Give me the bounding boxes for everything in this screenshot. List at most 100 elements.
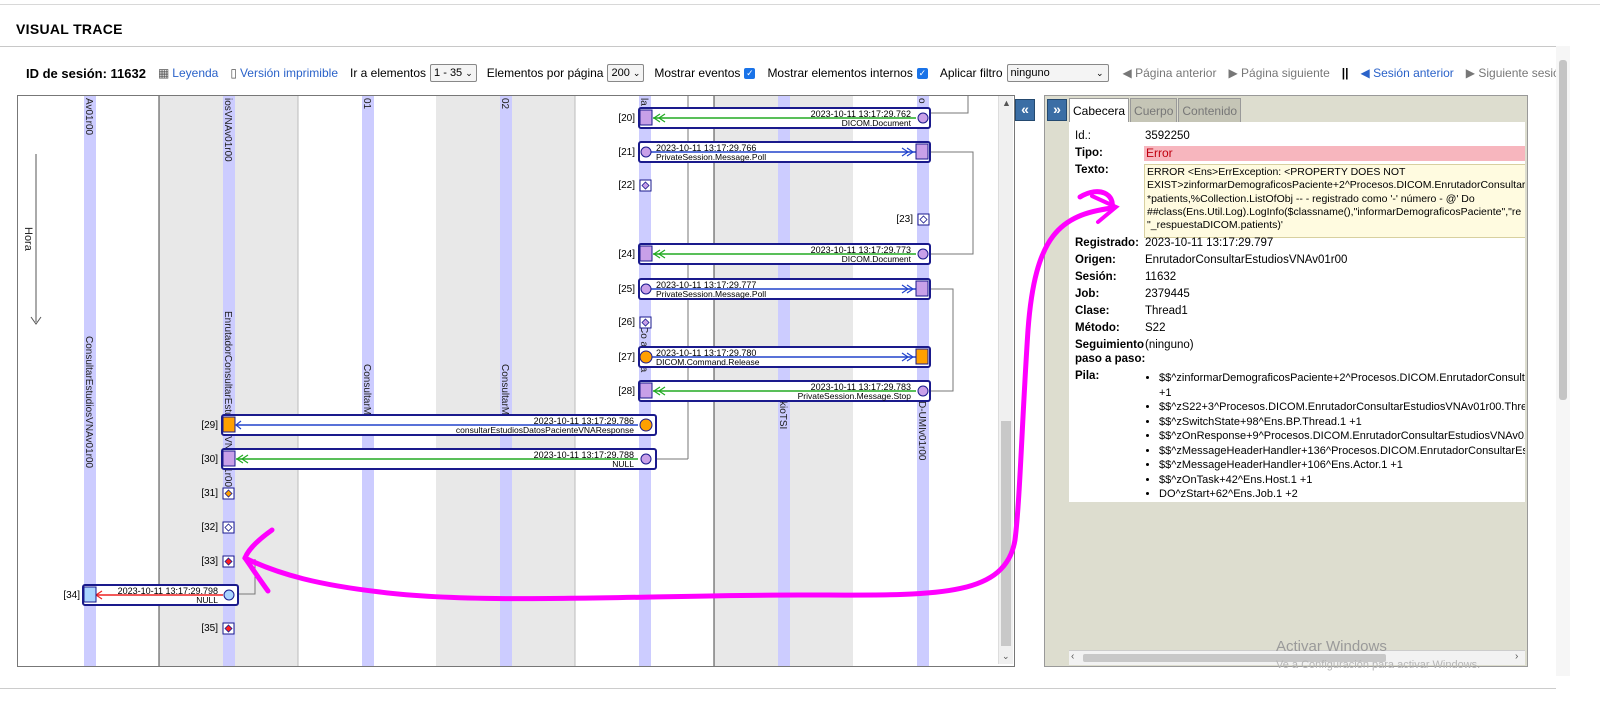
prev-page-icon[interactable]: ◀ bbox=[1123, 66, 1136, 80]
event-26[interactable] bbox=[639, 316, 652, 329]
lane-top-label: iosVNAv01r00 bbox=[222, 98, 233, 162]
connector-line bbox=[929, 288, 954, 392]
toolbar-separator: || bbox=[1341, 66, 1349, 80]
element-index: [32] bbox=[201, 522, 218, 533]
chevron-down-icon: ⌄ bbox=[632, 68, 641, 78]
message-25[interactable]: 2023-10-11 13:17:29.777 PrivateSession.M… bbox=[638, 278, 931, 300]
per-page-select[interactable]: 200 ⌄ bbox=[607, 64, 645, 82]
per-page-value: 200 bbox=[611, 67, 630, 79]
lane-label: ConsultarM bbox=[361, 364, 372, 415]
scroll-left-icon[interactable]: ‹ bbox=[1071, 651, 1074, 662]
prev-page-button[interactable]: Página anterior bbox=[1135, 66, 1216, 80]
filter-select[interactable]: ninguno ⌄ bbox=[1006, 64, 1109, 82]
element-index: [26] bbox=[618, 317, 635, 328]
legend-link[interactable]: Leyenda bbox=[172, 66, 218, 80]
page-scrollbar[interactable] bbox=[1556, 46, 1570, 676]
show-events-label: Mostrar eventos bbox=[654, 66, 741, 80]
id-value: 3592250 bbox=[1145, 130, 1190, 142]
registrado-value: 2023-10-11 13:17:29.797 bbox=[1145, 237, 1274, 249]
message-27[interactable]: 2023-10-11 13:17:29.780 DICOM.Command.Re… bbox=[638, 346, 931, 368]
show-internal-checkbox[interactable]: ✓ bbox=[916, 67, 928, 79]
texto-line: "_respuestaDICOM.patients)' bbox=[1147, 219, 1283, 232]
message-20[interactable]: 2023-10-11 13:17:29.762 DICOM.Document bbox=[638, 107, 931, 129]
next-session-button[interactable]: Siguiente sesión bbox=[1478, 66, 1566, 80]
metodo-value: S22 bbox=[1145, 322, 1166, 334]
message-28[interactable]: 2023-10-11 13:17:29.783 PrivateSession.M… bbox=[638, 380, 931, 402]
element-index: [27] bbox=[618, 352, 635, 363]
document-icon[interactable]: ▯ bbox=[230, 66, 237, 80]
stack-item: $$^zSwitchState+98^Ens.BP.Thread.1 +1 bbox=[1159, 415, 1525, 430]
trace-diagram: ConsultarEstudiosVNAv01r00 Av01r00 Enrut… bbox=[17, 95, 1015, 667]
legend-icon[interactable]: ▦ bbox=[158, 66, 169, 80]
scroll-up-icon[interactable]: ▲ bbox=[1002, 98, 1011, 108]
job-value: 2379445 bbox=[1145, 288, 1190, 300]
message-29[interactable]: 2023-10-11 13:17:29.786 consultarEstudio… bbox=[221, 414, 657, 436]
filter-label: Aplicar filtro bbox=[939, 66, 1003, 80]
show-events-checkbox[interactable]: ✓ bbox=[744, 67, 756, 79]
message-name: NULL bbox=[196, 595, 218, 605]
message-30[interactable]: 2023-10-11 13:17:29.788 NULL bbox=[221, 448, 657, 470]
goto-elements-value: 1 - 35 bbox=[434, 67, 463, 79]
clase-value: Thread1 bbox=[1145, 305, 1188, 317]
stack-item: $$^zMessageHeaderHandler+106^Ens.Actor.1… bbox=[1159, 458, 1525, 473]
metodo-label: Método: bbox=[1075, 322, 1120, 334]
sesion-value: 11632 bbox=[1145, 271, 1177, 283]
next-page-icon[interactable]: ▶ bbox=[1228, 66, 1241, 80]
stack-item: +1 bbox=[1159, 386, 1172, 399]
tipo-value: Error bbox=[1144, 146, 1525, 161]
tab-cabecera[interactable]: Cabecera bbox=[1069, 98, 1130, 123]
windows-watermark: Activar Windows bbox=[1276, 638, 1387, 655]
event-31[interactable] bbox=[222, 487, 235, 500]
message-name: PrivateSession.Message.Poll bbox=[656, 152, 766, 162]
origen-value: EnrutadorConsultarEstudiosVNAv01r00 bbox=[1145, 254, 1348, 266]
collapse-left-button[interactable]: « bbox=[1015, 99, 1035, 121]
id-label: Id.: bbox=[1075, 130, 1091, 142]
event-35[interactable] bbox=[222, 622, 235, 635]
goto-elements-select[interactable]: 1 - 35 ⌄ bbox=[430, 64, 477, 82]
message-21[interactable]: 2023-10-11 13:17:29.766 PrivateSession.M… bbox=[638, 141, 931, 163]
stack-item: $$^zOnResponse+9^Procesos.DICOM.Enrutado… bbox=[1159, 429, 1525, 444]
element-index: [28] bbox=[618, 386, 635, 397]
seguimiento-label-2: paso a paso: bbox=[1075, 353, 1146, 365]
seguimiento-label-1: Seguimiento bbox=[1075, 339, 1145, 351]
expand-right-button[interactable]: » bbox=[1047, 99, 1067, 121]
tab-cuerpo[interactable]: Cuerpo bbox=[1130, 98, 1178, 123]
chevron-down-icon: ⌄ bbox=[1095, 68, 1104, 78]
event-33[interactable] bbox=[222, 555, 235, 568]
page-scrollbar-thumb[interactable] bbox=[1559, 60, 1567, 400]
scroll-right-icon[interactable]: › bbox=[1515, 651, 1518, 662]
message-name: DICOM.Document bbox=[842, 254, 912, 264]
stack-item: DO^zStart+62^Ens.Job.1 +2 bbox=[1159, 487, 1525, 502]
texto-line: *patients,%Collection.ListOfObj -- - reg… bbox=[1147, 192, 1475, 205]
texto-value: ERROR <Ens>ErrException: <PROPERTY DOES … bbox=[1144, 164, 1525, 238]
clase-label: Clase: bbox=[1075, 305, 1110, 317]
scroll-down-icon[interactable]: ⌄ bbox=[1002, 651, 1010, 662]
lane-top-label: 01 bbox=[361, 98, 372, 110]
prev-session-icon[interactable]: ◀ bbox=[1361, 66, 1374, 80]
windows-watermark-sub: Ve a Configuración para activar Windows. bbox=[1276, 659, 1481, 671]
message-24[interactable]: 2023-10-11 13:17:29.773 DICOM.Document bbox=[638, 243, 931, 265]
printable-version-link[interactable]: Versión imprimible bbox=[240, 66, 338, 80]
top-divider bbox=[0, 4, 1600, 5]
next-page-button[interactable]: Página siguiente bbox=[1241, 66, 1330, 80]
event-22[interactable] bbox=[639, 179, 652, 192]
trace-scrollbar-thumb[interactable] bbox=[1001, 421, 1011, 646]
event-23[interactable] bbox=[917, 213, 930, 226]
trace-scrollbar[interactable]: ▲ ⌄ bbox=[998, 96, 1013, 664]
element-index: [23] bbox=[896, 214, 913, 225]
event-32[interactable] bbox=[222, 521, 235, 534]
element-index: [21] bbox=[618, 147, 635, 158]
chevron-down-icon: ⌄ bbox=[465, 68, 473, 78]
detail-tabs: Cabecera Cuerpo Contenido bbox=[1069, 98, 1242, 123]
element-index: [24] bbox=[618, 249, 635, 260]
next-session-icon[interactable]: ▶ bbox=[1466, 66, 1479, 80]
tab-contenido[interactable]: Contenido bbox=[1178, 98, 1242, 123]
pila-label: Pila: bbox=[1075, 370, 1100, 382]
stack-item: $$^zinformarDemograficosPaciente+2^Proce… bbox=[1159, 371, 1525, 386]
lane-top-label: 02 bbox=[499, 98, 510, 110]
message-name: PrivateSession.Message.Stop bbox=[798, 391, 912, 401]
prev-session-button[interactable]: Sesión anterior bbox=[1373, 66, 1454, 80]
toolbar: ID de sesión: 11632 ▦ Leyenda ▯ Versión … bbox=[26, 63, 1566, 83]
texto-line: ##class(Ens.Util.Log).LogInfo($classname… bbox=[1147, 205, 1522, 218]
message-34[interactable]: 2023-10-11 13:17:29.798 NULL bbox=[82, 584, 239, 606]
